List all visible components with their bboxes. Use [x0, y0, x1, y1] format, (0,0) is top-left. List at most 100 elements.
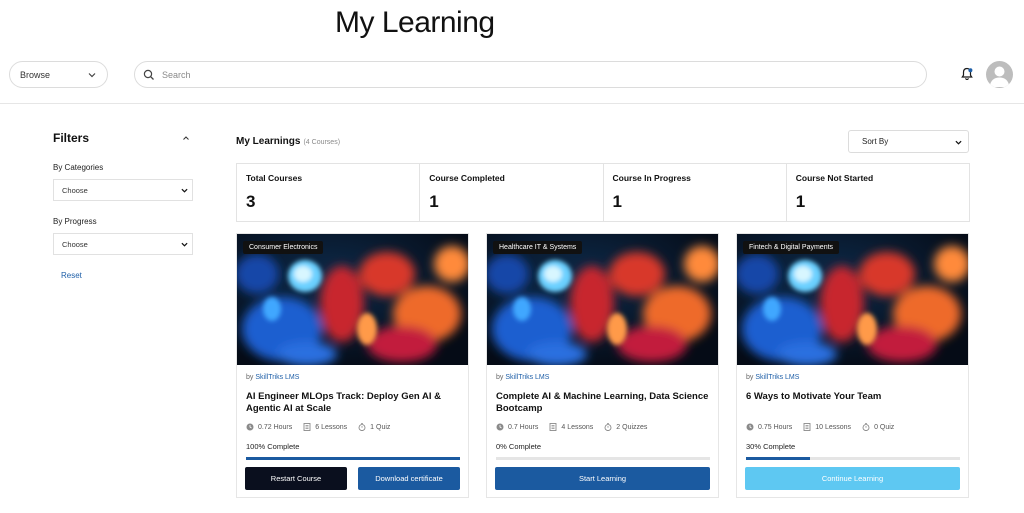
- meta-hours: 0.75 Hours: [746, 423, 792, 431]
- section-title: My Learnings: [236, 136, 301, 147]
- meta-quizzes: 2 Quizzes: [604, 423, 647, 431]
- meta-quizzes: 0 Quiz: [862, 423, 894, 431]
- stat-label: Total Courses: [246, 173, 303, 183]
- course-title[interactable]: Complete AI & Machine Learning, Data Sci…: [496, 391, 711, 415]
- course-author: by SkillTriks LMS: [246, 374, 299, 381]
- stopwatch-icon: [862, 423, 870, 431]
- progress-text: 0% Complete: [496, 442, 542, 451]
- chevron-down-icon: [955, 140, 962, 145]
- course-count: (4 Courses): [303, 139, 341, 146]
- restart-course-button[interactable]: Restart Course: [245, 467, 347, 490]
- progress-bar: [746, 457, 960, 460]
- lessons-text: 6 Lessons: [315, 423, 348, 431]
- quizzes-text: 1 Quiz: [370, 423, 391, 431]
- stat-course-completed: Course Completed 1: [420, 164, 604, 221]
- course-meta: 0.75 Hours 10 Lessons 0 Quiz: [746, 423, 905, 431]
- hours-text: 0.75 Hours: [758, 423, 793, 431]
- stat-value: 1: [795, 192, 806, 211]
- course-card[interactable]: Healthcare IT & Systems by SkillTriks LM…: [486, 233, 719, 498]
- search-bar[interactable]: [134, 61, 927, 88]
- category-tag: Consumer Electronics: [243, 241, 324, 254]
- start-learning-button[interactable]: Start Learning: [495, 467, 710, 490]
- book-icon: [803, 423, 811, 431]
- user-avatar[interactable]: [986, 61, 1013, 88]
- progress-fill: [246, 457, 460, 460]
- progress-fill: [746, 457, 811, 460]
- course-card[interactable]: Fintech & Digital Payments by SkillTriks…: [736, 233, 969, 498]
- stopwatch-icon: [604, 423, 612, 431]
- meta-quizzes: 1 Quiz: [358, 423, 390, 431]
- chevron-down-icon: [181, 242, 188, 247]
- categories-value: Choose: [62, 185, 88, 195]
- stat-value: 1: [429, 192, 439, 211]
- sort-by-select[interactable]: Sort By: [848, 130, 969, 153]
- stopwatch-icon: [358, 423, 366, 431]
- hours-text: 0.7 Hours: [508, 423, 539, 431]
- quizzes-text: 0 Quiz: [874, 423, 895, 431]
- course-thumbnail[interactable]: Healthcare IT & Systems: [487, 234, 718, 365]
- filters-panel: Filters By Categories Choose By Progress…: [53, 131, 193, 283]
- hours-text: 0.72 Hours: [258, 423, 293, 431]
- clock-icon: [746, 423, 754, 431]
- top-bar: Browse: [0, 58, 1024, 104]
- categories-select[interactable]: Choose: [53, 179, 193, 201]
- author-link[interactable]: SkillTriks LMS: [755, 374, 799, 381]
- progress-bar: [246, 457, 460, 460]
- download-certificate-button[interactable]: Download certificate: [358, 467, 460, 490]
- browse-label: Browse: [20, 69, 51, 80]
- byline-prefix: by: [746, 374, 754, 381]
- category-tag: Fintech & Digital Payments: [743, 241, 840, 254]
- continue-learning-button[interactable]: Continue Learning: [745, 467, 960, 490]
- course-thumbnail[interactable]: Consumer Electronics: [237, 234, 468, 365]
- category-tag: Healthcare IT & Systems: [493, 241, 583, 254]
- stat-label: Course Not Started: [795, 173, 874, 183]
- course-title[interactable]: AI Engineer MLOps Track: Deploy Gen AI &…: [246, 391, 461, 415]
- categories-label: By Categories: [53, 163, 104, 172]
- progress-text: 30% Complete: [746, 442, 796, 451]
- course-author: by SkillTriks LMS: [496, 374, 549, 381]
- stat-course-in-progress: Course In Progress 1: [604, 164, 787, 221]
- sort-by-label: Sort By: [862, 137, 889, 146]
- filters-title: Filters: [53, 131, 90, 145]
- course-author: by SkillTriks LMS: [746, 374, 799, 381]
- reset-link[interactable]: Reset: [61, 271, 82, 280]
- page-title: My Learning: [335, 6, 495, 39]
- clock-icon: [496, 423, 504, 431]
- chevron-up-icon[interactable]: [182, 134, 190, 142]
- stat-value: 1: [612, 192, 622, 211]
- search-icon: [143, 69, 154, 80]
- course-title[interactable]: 6 Ways to Motivate Your Team: [746, 391, 961, 403]
- progress-text: 100% Complete: [246, 442, 300, 451]
- filters-header[interactable]: Filters: [53, 131, 193, 145]
- book-icon: [549, 423, 557, 431]
- chevron-down-icon: [88, 73, 96, 78]
- quizzes-text: 2 Quizzes: [616, 423, 648, 431]
- progress-label: By Progress: [53, 217, 97, 226]
- bell-icon[interactable]: [960, 67, 974, 81]
- lessons-text: 10 Lessons: [815, 423, 852, 431]
- course-meta: 0.7 Hours 4 Lessons 2 Quizzes: [496, 423, 658, 431]
- progress-select[interactable]: Choose: [53, 233, 193, 255]
- clock-icon: [246, 423, 254, 431]
- meta-hours: 0.72 Hours: [246, 423, 292, 431]
- section-header: My Learnings (4 Courses): [236, 136, 340, 147]
- book-icon: [303, 423, 311, 431]
- byline-prefix: by: [246, 374, 254, 381]
- meta-lessons: 4 Lessons: [549, 423, 593, 431]
- browse-dropdown[interactable]: Browse: [9, 61, 108, 88]
- byline-prefix: by: [496, 374, 504, 381]
- stats-row: Total Courses 3 Course Completed 1 Cours…: [236, 163, 970, 222]
- course-thumbnail[interactable]: Fintech & Digital Payments: [737, 234, 968, 365]
- author-link[interactable]: SkillTriks LMS: [255, 374, 299, 381]
- stat-label: Course In Progress: [612, 173, 691, 183]
- stat-course-not-started: Course Not Started 1: [787, 164, 969, 221]
- course-card[interactable]: Consumer Electronics by SkillTriks LMS A…: [236, 233, 469, 498]
- progress-value: Choose: [62, 239, 88, 249]
- lessons-text: 4 Lessons: [561, 423, 594, 431]
- author-link[interactable]: SkillTriks LMS: [505, 374, 549, 381]
- stat-value: 3: [246, 192, 256, 211]
- search-input[interactable]: [162, 69, 862, 80]
- meta-lessons: 6 Lessons: [303, 423, 347, 431]
- chevron-down-icon: [181, 188, 188, 193]
- meta-lessons: 10 Lessons: [803, 423, 851, 431]
